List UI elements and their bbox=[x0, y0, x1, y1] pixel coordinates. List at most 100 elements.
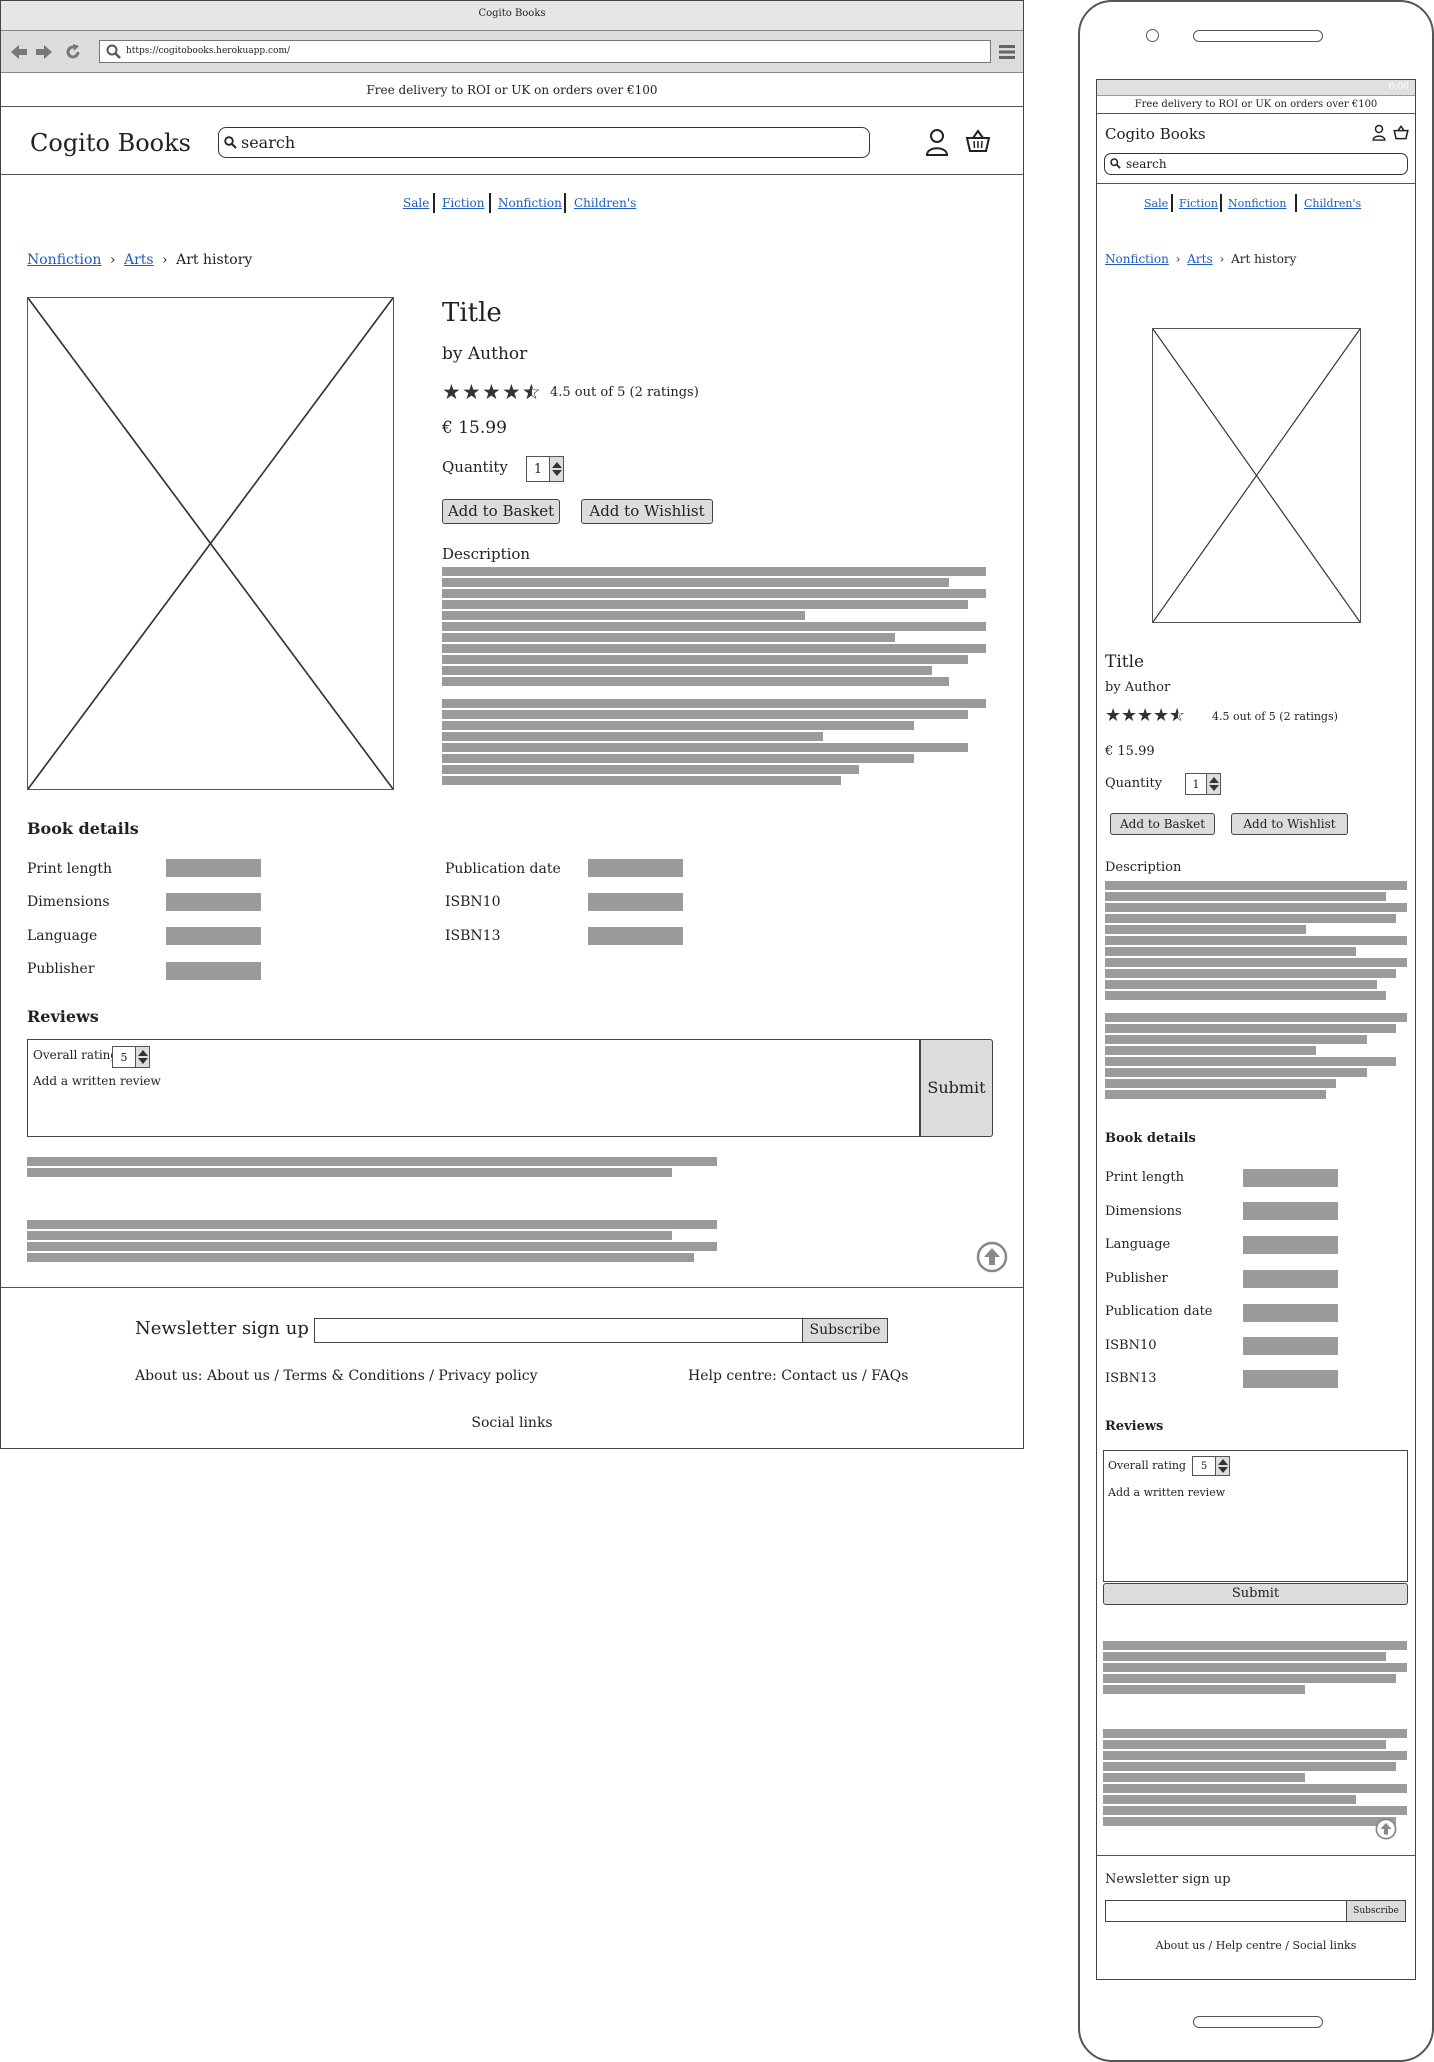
half-star-outline-icon: ☆ bbox=[1169, 705, 1186, 726]
breadcrumb-current: Art history bbox=[1231, 252, 1297, 266]
address-bar[interactable]: https://cogitobooks.herokuapp.com/ bbox=[99, 40, 991, 63]
nav-separator bbox=[489, 193, 491, 213]
star-icon: ★ bbox=[1121, 705, 1138, 726]
star-icon: ★ bbox=[1105, 705, 1122, 726]
overall-rating-stepper[interactable]: 5 bbox=[112, 1046, 150, 1068]
newsletter-email-input[interactable] bbox=[1105, 1900, 1347, 1922]
nav-separator bbox=[564, 193, 566, 213]
breadcrumb-nonfiction[interactable]: Nonfiction bbox=[1105, 252, 1169, 266]
footer-about-links[interactable]: About us: About us / Terms & Conditions … bbox=[135, 1368, 538, 1384]
star-icon: ★ bbox=[1137, 705, 1154, 726]
breadcrumb-arts[interactable]: Arts bbox=[1187, 252, 1212, 266]
promo-banner: Free delivery to ROI or UK on orders ove… bbox=[1, 73, 1023, 107]
reviews-heading: Reviews bbox=[27, 1007, 99, 1026]
search-icon bbox=[106, 44, 121, 59]
book-details-heading: Book details bbox=[1105, 1131, 1196, 1146]
detail-value-placeholder bbox=[1243, 1169, 1338, 1187]
product-price: € 15.99 bbox=[442, 418, 507, 438]
star-icon: ★ bbox=[1153, 705, 1170, 726]
review-textarea[interactable]: Overall rating 5 Add a written review bbox=[1103, 1450, 1408, 1582]
detail-value-placeholder bbox=[166, 962, 261, 980]
quantity-stepper[interactable]: 1 bbox=[526, 456, 564, 482]
forward-icon[interactable] bbox=[35, 44, 53, 60]
back-to-top-icon[interactable] bbox=[1375, 1818, 1397, 1840]
nav-nonfiction[interactable]: Nonfiction bbox=[498, 196, 562, 210]
site-logo[interactable]: Cogito Books bbox=[1105, 125, 1206, 143]
quantity-value: 1 bbox=[1192, 777, 1200, 791]
star-icon: ★ bbox=[482, 380, 501, 404]
stepper-arrows-icon[interactable] bbox=[1215, 1457, 1229, 1475]
star-icon: ★ bbox=[502, 380, 521, 404]
stepper-arrows-icon[interactable] bbox=[549, 457, 563, 481]
basket-icon[interactable] bbox=[965, 129, 991, 153]
reload-icon[interactable] bbox=[64, 43, 82, 61]
search-placeholder: search bbox=[241, 133, 296, 152]
overall-rating-label: Overall rating bbox=[1108, 1459, 1186, 1472]
quantity-stepper[interactable]: 1 bbox=[1185, 773, 1221, 795]
search-icon bbox=[224, 136, 237, 149]
breadcrumb-nonfiction[interactable]: Nonfiction bbox=[27, 252, 101, 268]
detail-value-placeholder bbox=[588, 893, 683, 911]
rating-stars: ★ ★ ★ ★ ★ ☆ bbox=[1105, 707, 1185, 727]
search-input[interactable]: search bbox=[218, 127, 870, 158]
newsletter-email-input[interactable] bbox=[314, 1318, 803, 1343]
breadcrumb: Nonfiction › Arts › Art history bbox=[1105, 252, 1296, 266]
add-to-wishlist-button[interactable]: Add to Wishlist bbox=[1231, 813, 1348, 835]
detail-value-placeholder bbox=[1243, 1202, 1338, 1220]
star-icon: ★ bbox=[442, 380, 461, 404]
site-logo[interactable]: Cogito Books bbox=[30, 129, 191, 157]
user-icon[interactable] bbox=[925, 128, 949, 156]
nav-childrens[interactable]: Children's bbox=[1304, 197, 1361, 210]
quantity-label: Quantity bbox=[442, 458, 508, 476]
footer-mobile-links[interactable]: About us / Help centre / Social links bbox=[1097, 1939, 1415, 1952]
subscribe-button[interactable]: Subscribe bbox=[1346, 1900, 1406, 1922]
detail-label: ISBN10 bbox=[445, 894, 501, 910]
detail-value-placeholder bbox=[1243, 1270, 1338, 1288]
footer-help-links[interactable]: Help centre: Contact us / FAQs bbox=[688, 1368, 908, 1384]
user-icon[interactable] bbox=[1372, 124, 1386, 141]
breadcrumb-current: Art history bbox=[176, 252, 253, 268]
add-to-basket-button[interactable]: Add to Basket bbox=[442, 499, 560, 524]
menu-icon[interactable] bbox=[999, 45, 1015, 59]
search-input[interactable]: search bbox=[1104, 153, 1408, 175]
submit-review-button[interactable]: Submit bbox=[920, 1039, 993, 1137]
browser-toolbar: https://cogitobooks.herokuapp.com/ bbox=[1, 31, 1023, 73]
footer-social-links[interactable]: Social links bbox=[1, 1415, 1023, 1431]
detail-value-placeholder bbox=[1243, 1337, 1338, 1355]
nav-fiction[interactable]: Fiction bbox=[1179, 197, 1218, 210]
detail-label: Print length bbox=[27, 861, 113, 877]
header-divider bbox=[1, 174, 1023, 175]
back-to-top-icon[interactable] bbox=[976, 1241, 1008, 1273]
detail-label: Publisher bbox=[27, 961, 95, 977]
detail-label: Publication date bbox=[1105, 1304, 1213, 1319]
product-author: by Author bbox=[1105, 680, 1171, 695]
stepper-arrows-icon[interactable] bbox=[135, 1047, 149, 1067]
quantity-value: 1 bbox=[533, 461, 543, 477]
status-bar: 0:00 bbox=[1097, 80, 1415, 96]
description-label: Description bbox=[1105, 860, 1182, 875]
basket-icon[interactable] bbox=[1393, 125, 1409, 140]
submit-review-button[interactable]: Submit bbox=[1103, 1583, 1408, 1605]
nav-sale[interactable]: Sale bbox=[1144, 197, 1168, 210]
nav-childrens[interactable]: Children's bbox=[574, 196, 636, 210]
nav-fiction[interactable]: Fiction bbox=[442, 196, 485, 210]
add-to-basket-button[interactable]: Add to Basket bbox=[1110, 813, 1215, 835]
back-icon[interactable] bbox=[10, 44, 28, 60]
product-price: € 15.99 bbox=[1105, 744, 1155, 759]
stepper-arrows-icon[interactable] bbox=[1206, 774, 1220, 794]
phone-camera bbox=[1146, 29, 1159, 42]
product-title: Title bbox=[442, 298, 502, 328]
detail-value-placeholder bbox=[1243, 1370, 1338, 1388]
add-to-wishlist-button[interactable]: Add to Wishlist bbox=[581, 499, 713, 524]
detail-label: ISBN13 bbox=[445, 928, 501, 944]
subscribe-button[interactable]: Subscribe bbox=[802, 1318, 888, 1343]
rating-stars: ★ ★ ★ ★ ★ ☆ bbox=[442, 382, 542, 406]
detail-value-placeholder bbox=[166, 927, 261, 945]
nav-nonfiction[interactable]: Nonfiction bbox=[1228, 197, 1286, 210]
overall-rating-stepper[interactable]: 5 bbox=[1192, 1456, 1230, 1476]
nav-sale[interactable]: Sale bbox=[403, 196, 429, 210]
overall-rating-label: Overall rating bbox=[33, 1048, 119, 1062]
promo-banner: Free delivery to ROI or UK on orders ove… bbox=[1097, 96, 1415, 114]
breadcrumb-arts[interactable]: Arts bbox=[124, 252, 154, 268]
review-textarea[interactable]: Overall rating 5 Add a written review bbox=[27, 1039, 920, 1137]
